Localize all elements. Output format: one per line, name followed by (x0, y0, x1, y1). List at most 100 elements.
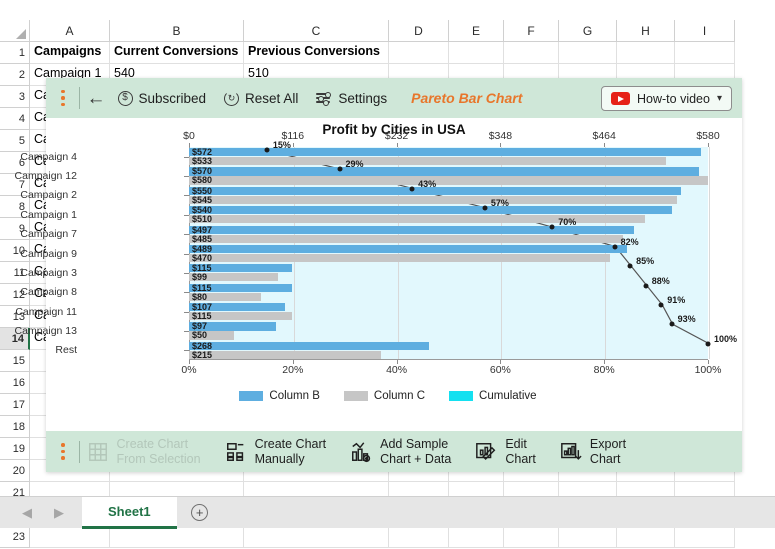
bar-value-label: $80 (192, 291, 208, 302)
legend-item[interactable]: Column B (239, 390, 320, 402)
cumulative-point (669, 321, 675, 327)
row-header-18[interactable]: 18 (0, 416, 30, 438)
cell-I1[interactable] (675, 42, 735, 64)
toolbar-icon-1 (225, 441, 247, 463)
reset-all-button[interactable]: ↻ Reset All (224, 90, 298, 106)
row-header-19[interactable]: 19 (0, 438, 30, 460)
top-axis-tick (604, 143, 606, 147)
cell-G1[interactable] (559, 42, 617, 64)
cell-H23[interactable] (617, 526, 675, 548)
row-header-5[interactable]: 5 (0, 130, 30, 152)
chevron-down-icon[interactable]: ▾ (717, 93, 722, 104)
toolbar-button-add-sample-chart-data[interactable]: Add Sample Chart + Data (350, 437, 451, 467)
toolbar-button-create-chart-manually[interactable]: Create Chart Manually (225, 437, 326, 467)
row-header-1[interactable]: 1 (0, 42, 30, 64)
legend-swatch (343, 391, 368, 401)
cumulative-point (658, 302, 664, 308)
legend-item[interactable]: Column C (343, 390, 425, 402)
column-header-H[interactable]: H (617, 20, 675, 42)
bar-column-c (189, 234, 623, 243)
sheet-tab-sheet1[interactable]: Sheet1 (82, 496, 177, 529)
how-to-video-button[interactable]: How-to video ▾ (601, 86, 732, 111)
chart-addin-panel: ← $ Subscribed ↻ Reset All Settings Pare… (15, 78, 742, 472)
top-axis-tick-label: $0 (183, 130, 195, 142)
bottom-drag-handle-icon[interactable] (54, 443, 72, 460)
cell-E1[interactable] (449, 42, 504, 64)
cell-D1[interactable] (389, 42, 449, 64)
toolbar-icon-2 (350, 441, 372, 463)
column-header-E[interactable]: E (449, 20, 504, 42)
legend-swatch (449, 391, 474, 401)
sheet-nav-arrows[interactable]: ◀ ▶ (0, 505, 82, 521)
cell-G23[interactable] (559, 526, 617, 548)
column-header-C[interactable]: C (244, 20, 389, 42)
add-sheet-button[interactable]: + (177, 497, 223, 529)
cell-D23[interactable] (389, 526, 449, 548)
bar-column-c (189, 157, 666, 166)
chart-canvas[interactable]: Profit by Cities in USA $0 $116 $232 $348 $4… (15, 118, 742, 431)
toolbar-button-line2: Chart (589, 451, 621, 466)
column-header-D[interactable]: D (389, 20, 449, 42)
toolbar-button-export-chart[interactable]: Export Chart (560, 437, 626, 467)
bar-column-c (189, 176, 708, 185)
cell-B1[interactable]: Current Conversions (110, 42, 244, 64)
toolbar-button-line2: Chart + Data (380, 451, 452, 466)
cell-C23[interactable] (244, 526, 389, 548)
settings-label: Settings (338, 90, 388, 106)
bottom-axis-tick-label: 40% (386, 364, 408, 376)
reset-icon: ↻ (224, 90, 240, 106)
cell-B23[interactable] (110, 526, 244, 548)
drag-handle-icon[interactable] (54, 89, 72, 107)
cell-C1[interactable]: Previous Conversions (244, 42, 389, 64)
next-sheet-icon[interactable]: ▶ (54, 505, 64, 521)
select-all-corner[interactable] (0, 20, 30, 42)
toolbar-button-line1: Edit (505, 436, 527, 451)
top-axis-tick-label: $348 (488, 130, 513, 142)
row-header-16[interactable]: 16 (0, 372, 30, 394)
column-header-G[interactable]: G (559, 20, 617, 42)
back-button[interactable]: ← (87, 89, 106, 108)
toolbar-button-edit-chart[interactable]: Edit Chart (475, 437, 536, 467)
bottom-axis-tick-label: 20% (282, 364, 304, 376)
category-label: Campaign 2 (20, 189, 77, 202)
column-header-B[interactable]: B (110, 20, 244, 42)
subscribed-button[interactable]: $ Subscribed (117, 90, 206, 106)
cell-F23[interactable] (504, 526, 559, 548)
cell-H1[interactable] (617, 42, 675, 64)
chart-legend[interactable]: Column B Column C Cumulative (46, 390, 742, 402)
cell-E23[interactable] (449, 526, 504, 548)
bar-column-b (189, 206, 673, 215)
legend-item[interactable]: Cumulative (449, 390, 537, 402)
bottom-axis-tick (396, 360, 398, 364)
cell-I23[interactable] (675, 526, 735, 548)
settings-button[interactable]: Settings (316, 91, 387, 106)
cell-A23[interactable] (30, 526, 110, 548)
cumulative-value-label: 70% (558, 217, 577, 228)
bar-value-label: $580 (192, 175, 213, 186)
chart-kind-label: Pareto Bar Chart (411, 90, 523, 106)
cell-A1[interactable]: Campaigns (30, 42, 110, 64)
row-header-17[interactable]: 17 (0, 394, 30, 416)
table-row[interactable]: Campaigns Current Conversions Previous Con… (30, 42, 735, 64)
top-axis-tick-label: $580 (696, 130, 720, 142)
row-header-2[interactable]: 2 (0, 64, 30, 86)
row-header-4[interactable]: 4 (0, 108, 30, 130)
column-header-I[interactable]: I (675, 20, 735, 42)
column-header-A[interactable]: A (30, 20, 110, 42)
prev-sheet-icon[interactable]: ◀ (22, 505, 32, 521)
row-header-20[interactable]: 20 (0, 460, 30, 482)
row-header-3[interactable]: 3 (0, 86, 30, 108)
column-header-F[interactable]: F (504, 20, 559, 42)
cumulative-value-label: 43% (418, 178, 437, 189)
corner-triangle-icon (16, 29, 26, 39)
cumulative-point (337, 166, 342, 172)
top-axis-tick (708, 143, 709, 147)
cumulative-point (264, 147, 270, 153)
category-label: Campaign 12 (14, 170, 77, 183)
row-header-15[interactable]: 15 (0, 350, 30, 372)
row-header-23[interactable]: 23 (0, 526, 30, 548)
bottom-toolbar-items: Create Chart From Selection Create Chart Ma… (87, 437, 651, 467)
cell-F1[interactable] (504, 42, 559, 64)
bottom-axis-tick (292, 360, 294, 364)
table-row[interactable] (30, 526, 735, 548)
